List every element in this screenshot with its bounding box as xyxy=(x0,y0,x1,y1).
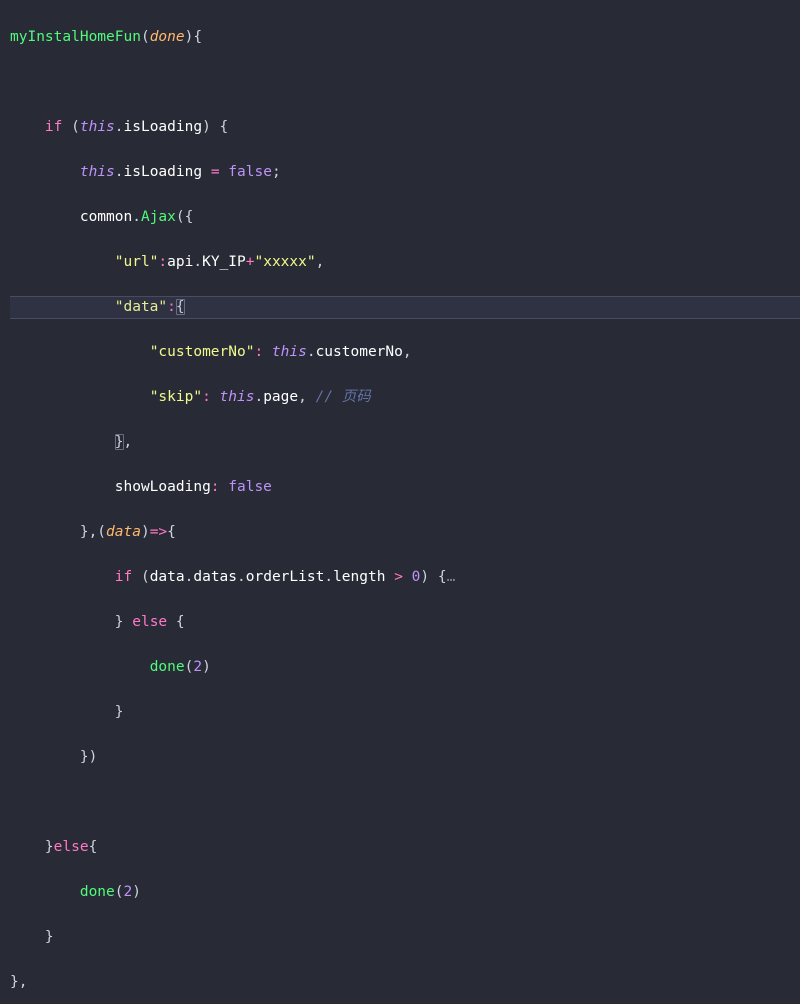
code-line: }, xyxy=(10,431,800,454)
key-url: "url" xyxy=(115,254,159,270)
ident-common: common xyxy=(80,209,132,225)
code-line: }, xyxy=(10,971,800,994)
code-line: } xyxy=(10,701,800,724)
call-done: done xyxy=(80,884,115,900)
code-line: done(2) xyxy=(10,881,800,904)
bracket-open: { xyxy=(176,299,185,315)
op-colon: : xyxy=(158,254,167,270)
prop-length: length xyxy=(333,569,385,585)
code-line: done(2) xyxy=(10,656,800,679)
literal-false: false xyxy=(228,479,272,495)
keyword-if: if xyxy=(115,569,132,585)
call-done: done xyxy=(150,659,185,675)
literal-two: 2 xyxy=(124,884,133,900)
prop-showLoading: showLoading xyxy=(115,479,211,495)
code-line: myInstalHomeFun(done){ xyxy=(10,26,800,49)
keyword-else: else xyxy=(54,839,89,855)
code-line: "url":api.KY_IP+"xxxxx", xyxy=(10,251,800,274)
keyword-this: this xyxy=(80,119,115,135)
ident-data: data xyxy=(150,569,185,585)
keyword-if: if xyxy=(45,119,62,135)
key-data: "data" xyxy=(115,299,167,315)
code-line: if (data.datas.orderList.length > 0) {… xyxy=(10,566,800,589)
code-line: if (this.isLoading) { xyxy=(10,116,800,139)
prop-orderList: orderList xyxy=(246,569,325,585)
ident-api: api xyxy=(167,254,193,270)
key-customerNo: "customerNo" xyxy=(150,344,255,360)
code-line: }) xyxy=(10,746,800,769)
literal-two: 2 xyxy=(193,659,202,675)
keyword-this: this xyxy=(272,344,307,360)
code-line: "skip": this.page, // 页码 xyxy=(10,386,800,409)
code-line: }else{ xyxy=(10,836,800,859)
comment-page: // 页码 xyxy=(316,389,371,405)
code-line: } xyxy=(10,926,800,949)
ident-kyip: KY_IP xyxy=(202,254,246,270)
str-xxxxx: "xxxxx" xyxy=(254,254,315,270)
code-line-highlighted: "data":{ xyxy=(10,296,800,319)
prop-page: page xyxy=(263,389,298,405)
code-line: common.Ajax({ xyxy=(10,206,800,229)
function-name: myInstalHomeFun xyxy=(10,29,141,45)
code-line: showLoading: false xyxy=(10,476,800,499)
code-line xyxy=(10,71,800,94)
code-line: this.isLoading = false; xyxy=(10,161,800,184)
keyword-this: this xyxy=(80,164,115,180)
literal-false: false xyxy=(228,164,272,180)
code-editor[interactable]: myInstalHomeFun(done){ if (this.isLoadin… xyxy=(0,0,800,1004)
param-done: done xyxy=(150,29,185,45)
code-line: } else { xyxy=(10,611,800,634)
prop-datas: datas xyxy=(193,569,237,585)
prop-customerNo: customerNo xyxy=(316,344,403,360)
key-skip: "skip" xyxy=(150,389,202,405)
code-line: },(data)=>{ xyxy=(10,521,800,544)
keyword-else: else xyxy=(132,614,167,630)
code-line: "customerNo": this.customerNo, xyxy=(10,341,800,364)
keyword-this: this xyxy=(220,389,255,405)
literal-zero: 0 xyxy=(412,569,421,585)
code-line xyxy=(10,791,800,814)
op-arrow: => xyxy=(150,524,167,540)
op-gt: > xyxy=(394,569,403,585)
prop-isLoading: isLoading xyxy=(124,164,203,180)
op-colon: : xyxy=(167,299,176,315)
bracket-close: } xyxy=(115,434,124,450)
prop-isLoading: isLoading xyxy=(124,119,203,135)
fold-ellipsis[interactable]: … xyxy=(447,569,456,585)
method-Ajax: Ajax xyxy=(141,209,176,225)
param-data: data xyxy=(106,524,141,540)
